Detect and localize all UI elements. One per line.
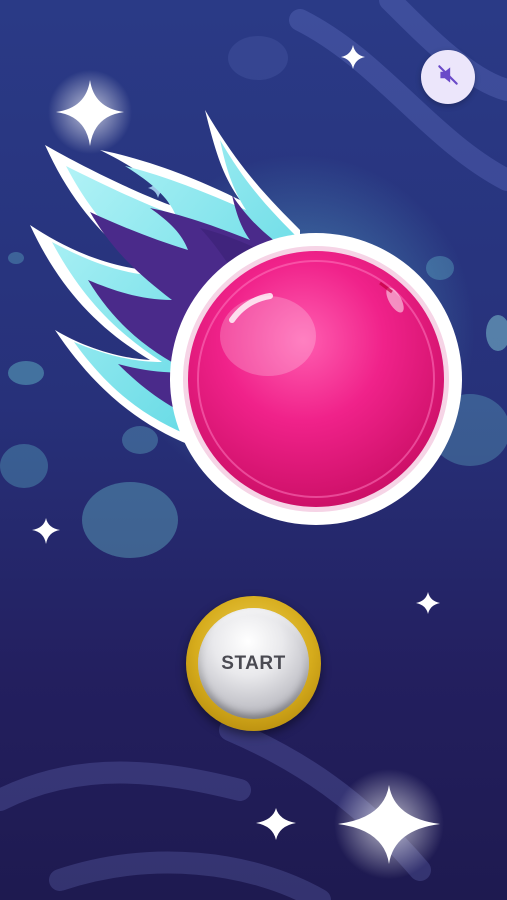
start-label: START [221,652,286,674]
pink-ball [170,233,462,525]
game-screen: START [0,0,507,900]
background-scene [0,0,507,900]
start-button-face[interactable]: START [198,608,309,719]
start-button[interactable]: START [186,596,321,731]
speaker-muted-icon [435,62,461,93]
mute-button[interactable] [421,50,475,104]
